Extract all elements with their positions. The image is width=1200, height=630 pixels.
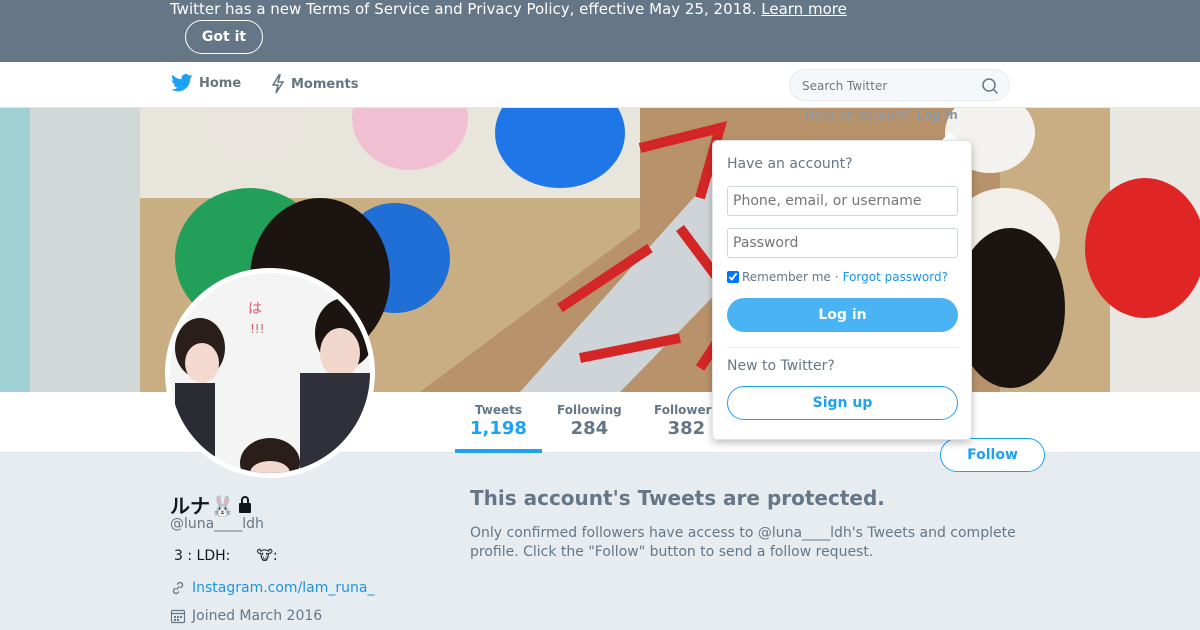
policy-notice-text: Twitter has a new Terms of Service and P…	[170, 0, 847, 18]
profile-name[interactable]: ルナ🐰	[170, 490, 253, 519]
stat-value: 1,198	[470, 418, 527, 439]
search-input[interactable]	[802, 76, 972, 96]
login-hint: Have an account? Log in	[805, 108, 958, 122]
lock-icon	[238, 495, 251, 513]
stat-value: 382	[667, 418, 706, 439]
learn-more-link[interactable]: Learn more	[761, 0, 847, 18]
calendar-icon	[170, 609, 186, 624]
nav-moments-label: Moments	[291, 76, 359, 92]
signup-button[interactable]: Sign up	[727, 386, 958, 420]
login-heading: Have an account?	[727, 156, 853, 172]
remember-row: Remember me · Forgot password?	[727, 270, 948, 284]
nav-home[interactable]: Home	[171, 74, 241, 92]
search-box	[789, 69, 1010, 101]
link-icon	[172, 581, 184, 595]
remember-me-label[interactable]: Remember me	[742, 270, 831, 284]
protected-message: Only confirmed followers have access to …	[470, 525, 1016, 560]
dropdown-caret	[942, 132, 958, 140]
stat-following[interactable]: Following 284	[557, 403, 622, 439]
bio-emoji: 🐮:	[256, 548, 278, 564]
stat-label: Followers	[654, 403, 719, 417]
svg-text:!!!: !!!	[250, 322, 264, 336]
search-icon[interactable]	[981, 77, 999, 95]
top-nav: Home Moments	[0, 62, 1200, 108]
password-input[interactable]	[727, 228, 958, 258]
username-input[interactable]	[727, 186, 958, 216]
stat-tweets[interactable]: Tweets 1,198	[470, 403, 527, 439]
divider	[727, 347, 958, 348]
nav-moments[interactable]: Moments	[271, 74, 358, 94]
active-tab-indicator	[455, 449, 542, 453]
avatar[interactable]: は !!!	[165, 268, 375, 478]
remember-me-checkbox[interactable]	[727, 271, 739, 283]
login-hint-link[interactable]: Log in	[916, 108, 957, 122]
profile-join-date: Joined March 2016	[170, 608, 322, 624]
signup-heading: New to Twitter?	[727, 358, 835, 374]
protected-title: This account's Tweets are protected.	[470, 486, 885, 510]
nav-home-label: Home	[199, 75, 242, 91]
profile-handle[interactable]: @luna____ldh	[170, 516, 264, 532]
login-dropdown: Have an account? Remember me · Forgot pa…	[712, 140, 972, 440]
twitter-bird-icon	[171, 74, 193, 92]
follow-button[interactable]: Follow	[940, 438, 1045, 472]
stat-followers[interactable]: Followers 382	[654, 403, 719, 439]
login-button[interactable]: Log in	[727, 298, 958, 332]
forgot-password-link[interactable]: Forgot password?	[843, 270, 948, 284]
policy-notice-banner: Twitter has a new Terms of Service and P…	[0, 0, 1200, 62]
avatar-photo: は !!!	[170, 273, 370, 473]
svg-text:は: は	[248, 301, 262, 317]
got-it-button[interactable]: Got it	[185, 20, 263, 54]
lightning-bolt-icon	[271, 74, 285, 94]
profile-bio: 3 : LDH: 🐮:	[174, 548, 278, 564]
stat-label: Following	[557, 403, 622, 417]
stat-value: 284	[570, 418, 609, 439]
profile-url[interactable]: Instagram.com/lam_runa_	[170, 580, 374, 596]
stat-label: Tweets	[474, 403, 523, 417]
